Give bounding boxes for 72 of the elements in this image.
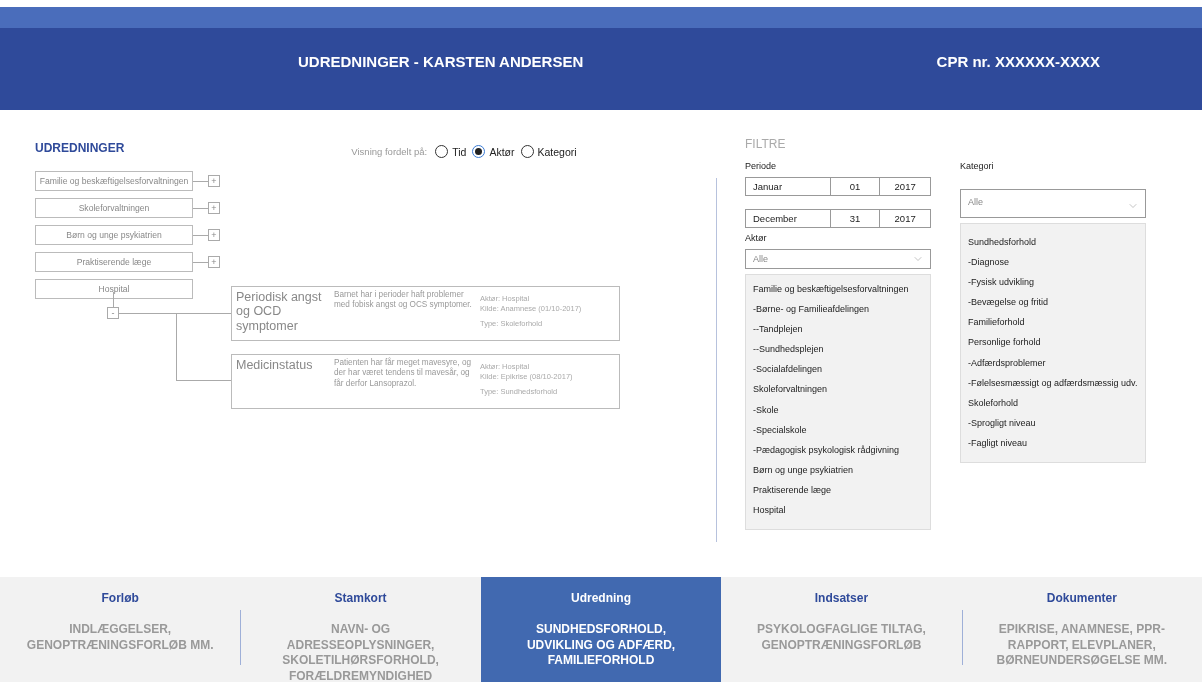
tab-title: Dokumenter [1046,591,1117,605]
tree-node[interactable]: Familie og beskæftigelsesforvaltningen [35,171,193,191]
date-field[interactable]: Januar 01 2017 [745,177,931,196]
entry-description: Barnet har i perioder haft problemer med fobisk angst og OCS symptomer. [334,290,473,312]
list-option[interactable]: -Børne- og Familieafdelingen [753,304,930,325]
radio-option[interactable]: Tid [435,145,467,158]
section-heading: UDREDNINGER [35,140,125,155]
list-option[interactable]: -Specialskole [753,424,930,445]
expand-toggle[interactable]: + [208,202,220,214]
filters-heading: FILTRE [745,137,787,151]
filter-label: Kategori [960,161,995,171]
page-title: UDREDNINGER - KARSTEN ANDERSEN [298,52,584,70]
list-option[interactable]: -Fysisk udvikling [968,277,1145,298]
tree-connector [112,292,114,307]
expand-toggle[interactable]: + [208,175,220,187]
date-part[interactable]: December [746,210,830,227]
tab-title: Udredning [571,591,631,605]
filter-label: Periode [745,161,778,171]
select-field[interactable]: Alle [960,189,1146,218]
date-part[interactable]: 01 [829,178,880,195]
list-option[interactable]: -Bevægelse og fritid [968,297,1145,318]
list-option[interactable]: Børn og unge psykiatrien [753,464,930,485]
list-option[interactable]: Skoleforhold [968,397,1145,418]
entry-description: Patienten har får meget mavesyre, og der har været tendens til mavesår, og får derfor Lansoprazol. [334,358,472,390]
tree-node[interactable]: Praktiserende læge [35,252,193,272]
select-value: Alle [753,254,768,264]
cpr-number: CPR nr. XXXXXX-XXXX [936,52,1100,70]
list-option[interactable]: --Tandplejen [753,324,930,345]
date-part[interactable]: 2017 [879,210,930,227]
list-option[interactable]: -Skole [753,404,930,425]
tab-description: EPIKRISE, ANAMNESE, PPR-RAPPORT, ELEVPLANER, BØRNEUNDERSØGELSE MM. [995,622,1169,669]
date-part[interactable]: 2017 [879,178,930,195]
tree-node[interactable]: Børn og unge psykiatrien [35,225,193,245]
entry-title: Periodisk angst og OCD symptomer [236,290,323,335]
tab-description: PSYKOLOGFAGLIGE TILTAG, GENOPTRÆNINGSFORLØB [755,622,927,654]
list-option[interactable]: -Pædagogisk psykologisk rådgivning [753,444,930,465]
list-option[interactable]: Hospital [753,505,930,526]
date-field[interactable]: December 31 2017 [745,209,931,228]
entry-title: Medicinstatus [236,358,314,374]
list-option[interactable]: -Fagligt niveau [968,437,1145,459]
select-value: Alle [968,197,983,207]
filter-label: Aktør [745,233,768,243]
expand-toggle[interactable]: - [107,307,119,319]
tab-title: Stamkort [334,591,387,605]
list-option[interactable]: -Diagnose [968,257,1145,278]
tab-description: NAVN- OG ADRESSEOPLYSNINGER, SKOLETILHØRSFORHOLD, FORÆLDREMYNDIGHED [281,622,440,682]
tree-node[interactable]: Hospital [35,279,193,299]
radio-option[interactable]: Kategori [520,145,577,158]
date-part[interactable]: 31 [829,210,880,227]
list-option[interactable]: Skoleforvaltningen [753,384,930,405]
view-label: Visning fordelt på: [351,146,428,157]
list-option[interactable]: Praktiserende læge [753,484,930,506]
tab-description: INDLÆGGELSER, GENOPTRÆNINGSFORLØB MM. [25,622,215,654]
list-option[interactable]: Personlige forhold [968,337,1145,358]
list-option[interactable]: Sundhedsforhold [968,237,1145,258]
expand-toggle[interactable]: + [208,229,220,241]
list-option[interactable]: --Sundhedsplejen [753,344,930,365]
list-option[interactable]: -Følelsesmæssigt og adfærdsmæssig udv. [968,377,1145,398]
expand-toggle[interactable]: + [208,256,220,268]
list-option[interactable]: Familie og beskæftigelsesforvaltningen [753,284,930,305]
date-part[interactable]: Januar [746,178,830,195]
tab-title: Forløb [101,591,139,605]
list-option[interactable]: -Adfærdsproblemer [968,357,1145,378]
tab-description: SUNDHEDSFORHOLD, UDVIKLING OG ADFÆRD, FAMILIEFORHOLD [525,622,677,669]
tab-title: Indsatser [814,591,869,605]
tree-node[interactable]: Skoleforvaltningen [35,198,193,218]
list-option[interactable]: -Sprogligt niveau [968,417,1145,438]
radio-option[interactable]: Aktør [472,145,515,158]
nav-tab[interactable]: Udredning SUNDHEDSFORHOLD, UDVIKLING OG ADFÆRD, FAMILIEFORHOLD [480,577,722,682]
list-option[interactable]: -Socialafdelingen [753,364,930,385]
list-option[interactable]: Familieforhold [968,317,1145,338]
select-field[interactable]: Alle [745,249,931,269]
